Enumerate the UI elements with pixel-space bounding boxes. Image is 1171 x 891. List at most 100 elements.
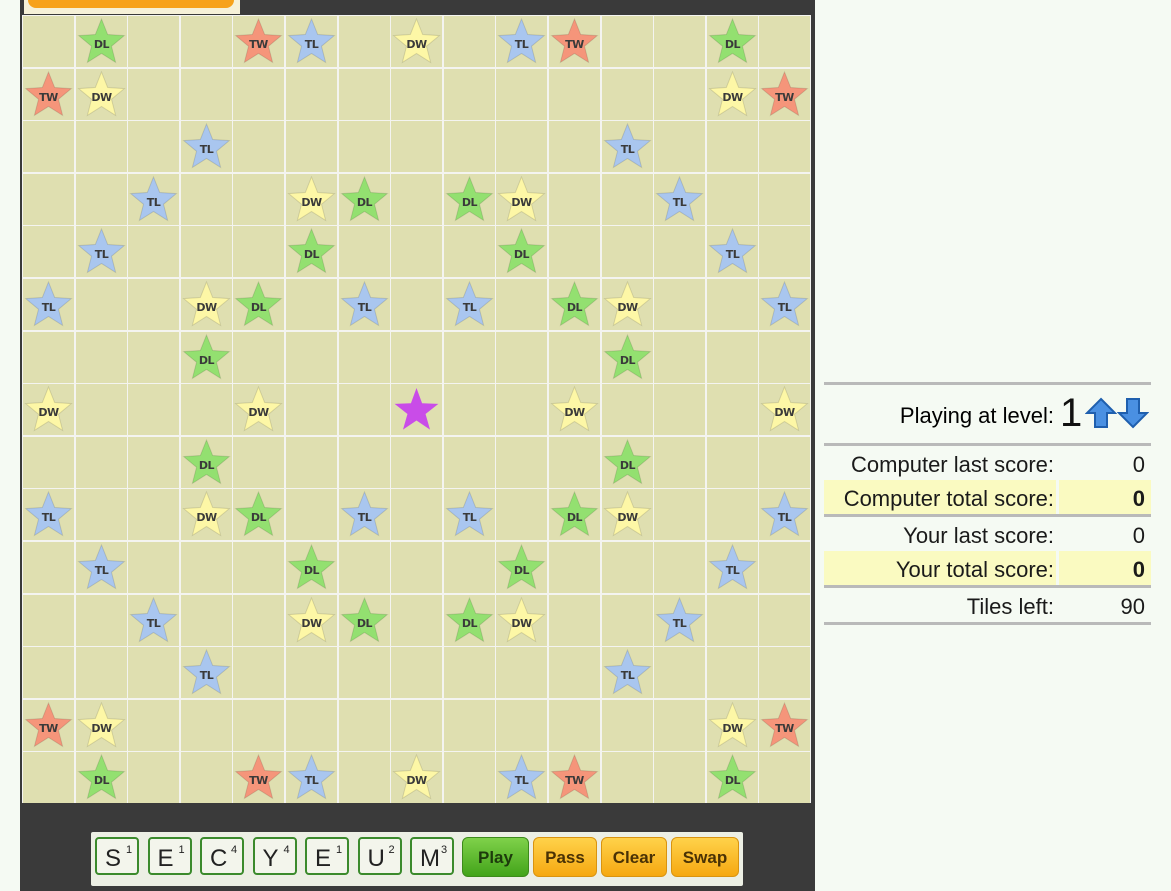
rack-tile[interactable]: Y4 <box>252 837 297 875</box>
board-cell-dl[interactable]: DL <box>496 542 548 593</box>
board-cell[interactable] <box>549 699 600 751</box>
board-cell[interactable] <box>654 279 706 330</box>
board-cell[interactable] <box>391 542 443 593</box>
board-cell-dl[interactable]: DL <box>549 489 600 541</box>
board-cell-dl[interactable]: DL <box>338 594 390 646</box>
board-cell[interactable] <box>338 542 390 593</box>
board-cell[interactable] <box>391 699 443 751</box>
rack-tile[interactable]: C4 <box>200 837 244 875</box>
board-cell[interactable] <box>759 752 811 804</box>
board-cell-tl[interactable]: TL <box>338 489 390 541</box>
board-cell[interactable] <box>654 226 706 278</box>
board-cell[interactable] <box>128 16 180 67</box>
board-cell[interactable] <box>180 594 232 646</box>
level-down-arrow-icon[interactable] <box>1117 397 1149 429</box>
board-cell-tl[interactable]: TL <box>286 16 337 67</box>
board-cell-tl[interactable]: TL <box>180 121 232 173</box>
board-cell[interactable] <box>601 699 653 751</box>
board-cell[interactable] <box>233 594 285 646</box>
board-cell[interactable] <box>706 594 758 646</box>
board-cell[interactable] <box>601 173 653 225</box>
board-cell[interactable] <box>75 121 127 173</box>
board-cell-dl[interactable]: DL <box>180 331 232 383</box>
board-cell[interactable] <box>128 121 180 173</box>
board-cell-dl[interactable]: DL <box>443 594 495 646</box>
board-cell[interactable] <box>496 121 548 173</box>
board-cell[interactable] <box>654 16 706 67</box>
board-cell[interactable] <box>706 489 758 541</box>
board-cell[interactable] <box>338 121 390 173</box>
board-cell[interactable] <box>180 752 232 804</box>
board-cell-dw[interactable]: DW <box>391 752 443 804</box>
board-cell-dl[interactable]: DL <box>496 226 548 278</box>
board-cell[interactable] <box>338 436 390 488</box>
board-cell[interactable] <box>286 279 337 330</box>
board-cell[interactable] <box>391 436 443 488</box>
board-cell[interactable] <box>654 489 706 541</box>
board-cell-dw[interactable]: DW <box>180 279 232 330</box>
board-cell[interactable] <box>180 542 232 593</box>
board-cell[interactable] <box>601 226 653 278</box>
board-cell-tw[interactable]: TW <box>233 752 285 804</box>
board-cell-tw[interactable]: TW <box>233 16 285 67</box>
board-cell[interactable] <box>180 173 232 225</box>
board-cell[interactable] <box>654 752 706 804</box>
clear-button[interactable]: Clear <box>601 837 667 877</box>
swap-button[interactable]: Swap <box>671 837 739 877</box>
board-cell-tl[interactable]: TL <box>759 489 811 541</box>
board-cell[interactable] <box>75 647 127 699</box>
board-cell[interactable] <box>706 121 758 173</box>
board-cell[interactable] <box>391 68 443 120</box>
board-cell[interactable] <box>233 647 285 699</box>
board-cell[interactable] <box>391 173 443 225</box>
board-cell-dw[interactable]: DW <box>706 699 758 751</box>
board-cell[interactable] <box>338 331 390 383</box>
board-cell[interactable] <box>759 647 811 699</box>
board-cell-tl[interactable]: TL <box>654 594 706 646</box>
board-cell[interactable] <box>23 173 74 225</box>
board-cell[interactable] <box>128 752 180 804</box>
board-cell[interactable] <box>601 542 653 593</box>
board-cell[interactable] <box>496 68 548 120</box>
board-cell-dl[interactable]: DL <box>75 752 127 804</box>
board-cell[interactable] <box>443 16 495 67</box>
board-cell[interactable] <box>391 489 443 541</box>
board-cell-dl[interactable]: DL <box>601 436 653 488</box>
board-cell[interactable] <box>180 16 232 67</box>
board-cell-dw[interactable]: DW <box>180 489 232 541</box>
board-cell-dw[interactable]: DW <box>601 489 653 541</box>
board-cell-dl[interactable]: DL <box>75 16 127 67</box>
board-cell[interactable] <box>128 699 180 751</box>
rack-tile[interactable]: E1 <box>305 837 349 875</box>
board-cell[interactable] <box>443 647 495 699</box>
board-cell[interactable] <box>391 226 443 278</box>
board-cell[interactable] <box>128 489 180 541</box>
board-cell[interactable] <box>443 226 495 278</box>
board-cell-dl[interactable]: DL <box>180 436 232 488</box>
board-cell[interactable] <box>443 384 495 436</box>
board-cell[interactable] <box>549 436 600 488</box>
board-cell[interactable] <box>654 384 706 436</box>
board-cell[interactable] <box>75 173 127 225</box>
board-cell[interactable] <box>549 647 600 699</box>
board-cell-dl[interactable]: DL <box>706 752 758 804</box>
board-cell[interactable] <box>286 647 337 699</box>
board-cell-dw[interactable]: DW <box>23 384 74 436</box>
board-cell-dw[interactable]: DW <box>549 384 600 436</box>
board-cell-center-star[interactable] <box>391 384 443 436</box>
rack-tile[interactable]: S1 <box>95 837 139 875</box>
board-cell[interactable] <box>759 331 811 383</box>
board-cell-dw[interactable]: DW <box>759 384 811 436</box>
board-cell-tl[interactable]: TL <box>128 594 180 646</box>
board-cell-dw[interactable]: DW <box>391 16 443 67</box>
board-cell[interactable] <box>391 647 443 699</box>
board-cell[interactable] <box>496 699 548 751</box>
board-cell-dl[interactable]: DL <box>286 542 337 593</box>
board-cell[interactable] <box>759 173 811 225</box>
board-cell[interactable] <box>75 489 127 541</box>
board-cell[interactable] <box>75 279 127 330</box>
board-cell[interactable] <box>549 594 600 646</box>
board-cell[interactable] <box>654 542 706 593</box>
board-cell-tl[interactable]: TL <box>706 542 758 593</box>
board-cell[interactable] <box>443 121 495 173</box>
